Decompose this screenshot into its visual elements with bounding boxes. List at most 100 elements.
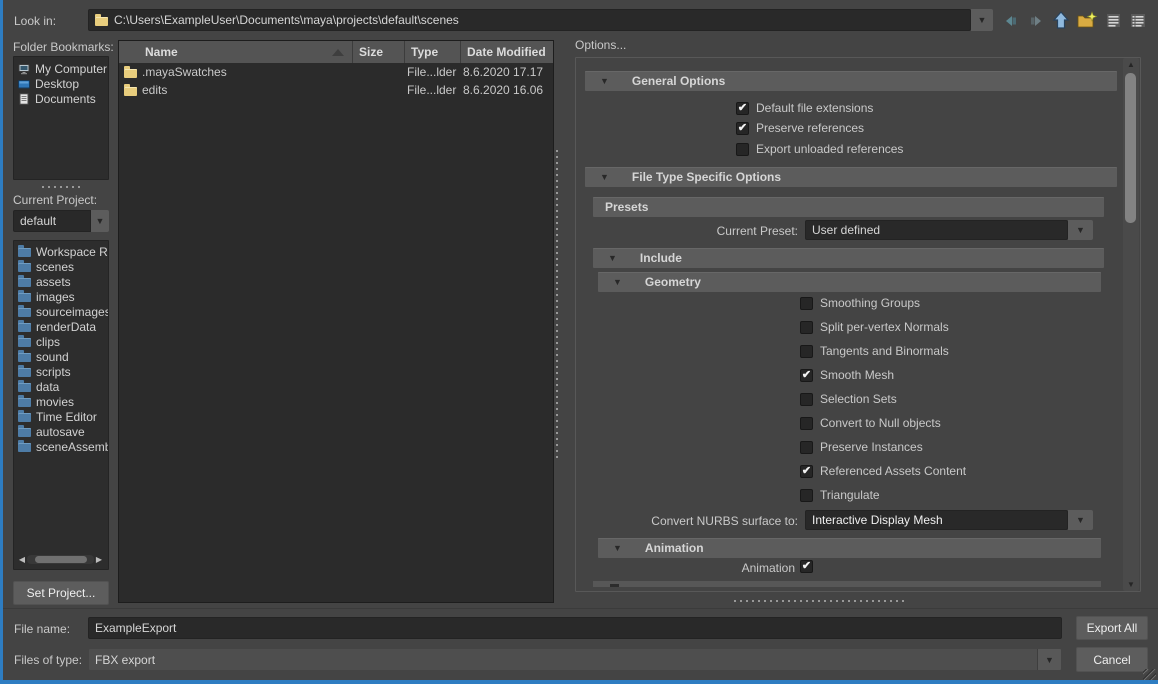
set-project-button[interactable]: Set Project... (13, 581, 109, 605)
scrollbar-track[interactable] (27, 555, 94, 564)
checkbox-selection-sets[interactable]: Selection Sets (800, 392, 897, 406)
folder-item-clips[interactable]: clips (14, 334, 108, 349)
path-field[interactable]: C:\Users\ExampleUser\Documents\maya\proj… (88, 9, 971, 31)
folder-icon (18, 413, 31, 422)
bookmarks-splitter-handle[interactable] (42, 186, 80, 188)
folder-item-images[interactable]: images (14, 289, 108, 304)
checkbox[interactable] (800, 297, 813, 310)
section-general-options[interactable]: ▼ General Options (585, 71, 1117, 91)
folder-item-data[interactable]: data (14, 379, 108, 394)
convert-nurbs-field[interactable]: Interactive Display Mesh (805, 510, 1068, 530)
checkbox-tangents-and-binormals[interactable]: Tangents and Binormals (800, 344, 949, 358)
checkbox-preserve-instances[interactable]: Preserve Instances (800, 440, 923, 454)
scroll-down-icon[interactable]: ▼ (1123, 578, 1139, 591)
checkbox[interactable]: ✔ (736, 122, 749, 135)
files-of-type-dropdown-button[interactable]: ▼ (1037, 649, 1061, 670)
list-view-icon[interactable] (1106, 13, 1121, 28)
folder-item-workspace-root[interactable]: Workspace Roo (14, 244, 108, 259)
file-list-panel: Name Size Type Date Modified .mayaSwatch… (118, 40, 554, 603)
checkbox[interactable] (800, 345, 813, 358)
section-geometry[interactable]: ▼ Geometry (598, 272, 1101, 292)
checkbox[interactable] (800, 489, 813, 502)
section-include[interactable]: ▼ Include (593, 248, 1104, 268)
folder-item-scripts[interactable]: scripts (14, 364, 108, 379)
checkbox[interactable] (736, 143, 749, 156)
section-file-type-specific-options[interactable]: ▼ File Type Specific Options (585, 167, 1117, 187)
up-directory-icon[interactable] (1052, 11, 1070, 30)
folder-item-assets[interactable]: assets (14, 274, 108, 289)
folder-icon (18, 398, 31, 407)
checkbox-triangulate[interactable]: Triangulate (800, 488, 880, 502)
checkbox[interactable]: ✔ (800, 369, 813, 382)
checkbox[interactable] (800, 417, 813, 430)
export-all-button[interactable]: Export All (1076, 616, 1148, 640)
current-folder-icon (95, 17, 108, 26)
section-animation[interactable]: ▼ Animation (598, 538, 1101, 558)
folder-item-sound[interactable]: sound (14, 349, 108, 364)
scroll-right-icon[interactable]: ▶ (94, 556, 104, 564)
checkbox-split-per-vertex-normals[interactable]: Split per-vertex Normals (800, 320, 949, 334)
folder-bookmarks-list: My Computer Desktop Documents (13, 56, 109, 180)
checkbox[interactable] (800, 321, 813, 334)
current-preset-dropdown-button[interactable]: ▼ (1068, 220, 1093, 240)
checkbox-preserve-references[interactable]: ✔ Preserve references (736, 121, 864, 135)
convert-nurbs-dropdown-button[interactable]: ▼ (1068, 510, 1093, 530)
folder-icon (18, 323, 31, 332)
files-of-type-select[interactable]: FBX export ▼ (88, 648, 1062, 671)
folder-item-renderdata[interactable]: renderData (14, 319, 108, 334)
window-resize-grip[interactable] (1143, 669, 1156, 680)
sort-ascending-icon (332, 49, 344, 56)
folder-item-autosave[interactable]: autosave (14, 424, 108, 439)
folder-item-time-editor[interactable]: Time Editor (14, 409, 108, 424)
folder-icon (18, 383, 31, 392)
folder-item-scenes[interactable]: scenes (14, 259, 108, 274)
details-view-icon[interactable] (1130, 13, 1146, 28)
current-preset-field[interactable]: User defined (805, 220, 1068, 240)
footer-divider (0, 608, 1158, 609)
folder-item-sourceimages[interactable]: sourceimages (14, 304, 108, 319)
cancel-button[interactable]: Cancel (1076, 647, 1148, 672)
file-row-mayaswatches[interactable]: .mayaSwatches File...lder 8.6.2020 17.17 (119, 63, 553, 81)
column-header-name[interactable]: Name (119, 41, 353, 63)
checkbox-smoothing-groups[interactable]: Smoothing Groups (800, 296, 920, 310)
folders-horizontal-scrollbar[interactable]: ◀ ▶ (17, 553, 104, 566)
checkbox[interactable] (800, 393, 813, 406)
options-scrollbar[interactable]: ▲ ▼ (1123, 58, 1139, 591)
animation-checkbox-label: Animation (640, 561, 795, 575)
checkbox-animation[interactable]: ✔ (800, 559, 813, 573)
scrollbar-thumb[interactable] (35, 556, 87, 563)
checkbox-export-unloaded-references[interactable]: Export unloaded references (736, 142, 903, 156)
checkbox[interactable]: ✔ (736, 102, 749, 115)
new-folder-icon[interactable] (1077, 11, 1098, 30)
path-dropdown-button[interactable]: ▼ (971, 9, 993, 31)
next-bookmark-icon[interactable] (1028, 13, 1044, 29)
scrollbar-thumb[interactable] (1125, 73, 1136, 223)
options-splitter-handle[interactable] (734, 600, 906, 602)
column-header-date-modified[interactable]: Date Modified (461, 41, 553, 63)
folder-icon (18, 368, 31, 377)
checkbox-default-file-extensions[interactable]: ✔ Default file extensions (736, 101, 873, 115)
bookmark-my-computer[interactable]: My Computer (14, 61, 108, 76)
current-project-select[interactable]: default (13, 210, 91, 232)
column-header-type[interactable]: Type (405, 41, 461, 63)
bookmark-desktop[interactable]: Desktop (14, 76, 108, 91)
checkbox[interactable]: ✔ (800, 560, 813, 573)
checkbox-referenced-assets-content[interactable]: ✔ Referenced Assets Content (800, 464, 966, 478)
scroll-up-icon[interactable]: ▲ (1123, 58, 1139, 71)
checkbox[interactable] (800, 441, 813, 454)
checkbox[interactable]: ✔ (800, 465, 813, 478)
bookmark-documents[interactable]: Documents (14, 91, 108, 106)
checkbox-smooth-mesh[interactable]: ✔ Smooth Mesh (800, 368, 894, 382)
section-presets[interactable]: Presets (593, 197, 1104, 217)
file-row-edits[interactable]: edits File...lder 8.6.2020 16.06 (119, 81, 553, 99)
scroll-left-icon[interactable]: ◀ (17, 556, 27, 564)
checkbox-convert-to-null-objects[interactable]: Convert to Null objects (800, 416, 941, 430)
folder-item-movies[interactable]: movies (14, 394, 108, 409)
panel-splitter-handle[interactable] (556, 150, 558, 460)
current-project-dropdown-button[interactable]: ▼ (91, 210, 109, 232)
section-clipped-header[interactable] (593, 581, 1101, 587)
column-header-size[interactable]: Size (353, 41, 405, 63)
previous-bookmark-icon[interactable] (1003, 13, 1019, 29)
file-name-input[interactable] (88, 617, 1062, 639)
folder-item-sceneassembly[interactable]: sceneAssembly (14, 439, 108, 454)
